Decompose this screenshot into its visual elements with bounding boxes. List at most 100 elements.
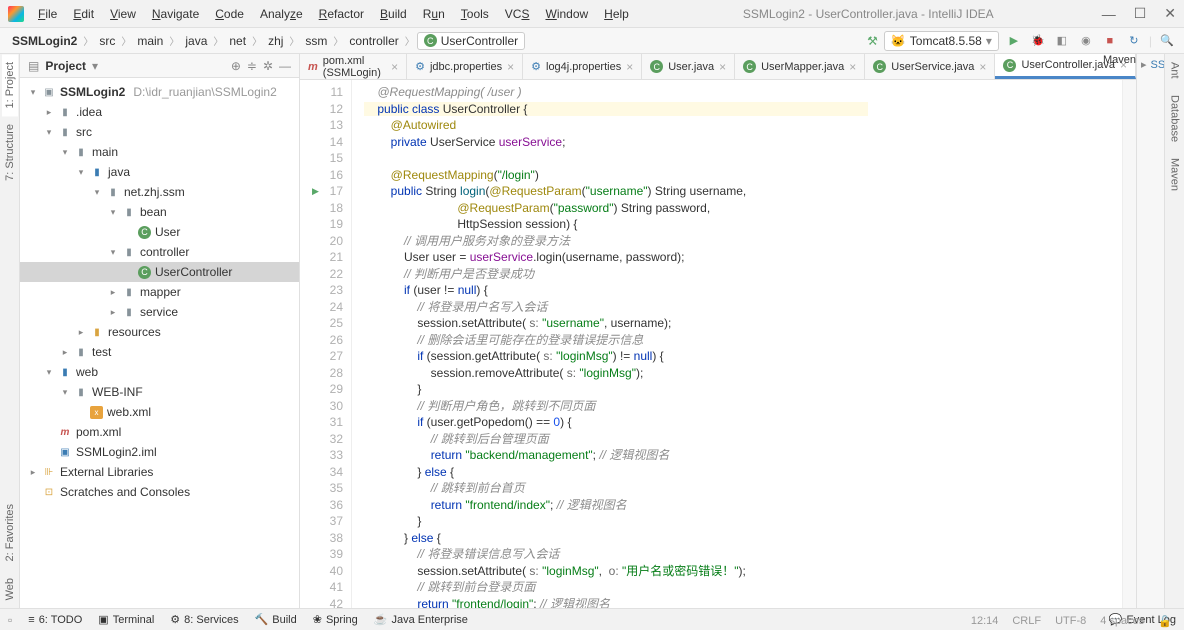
window-title: SSMLogin2 - UserController.java - Intell… xyxy=(635,7,1102,21)
tree-test[interactable]: ▸▮test xyxy=(20,342,299,362)
tree-extlib[interactable]: ▸⊪External Libraries xyxy=(20,462,299,482)
editor-tab[interactable]: CUser.java× xyxy=(642,54,735,79)
todo-tab[interactable]: ≡ 6: TODO xyxy=(28,614,82,626)
tree-resources[interactable]: ▸▮resources xyxy=(20,322,299,342)
rail-database[interactable]: Database xyxy=(1167,87,1183,150)
tree-project-root[interactable]: ▾▣SSMLogin2D:\idr_ruanjian\SSMLogin2 xyxy=(20,82,299,102)
tab-close-icon[interactable]: × xyxy=(626,60,633,74)
breadcrumb-item[interactable]: java xyxy=(181,33,211,49)
breadcrumb-item[interactable]: ssm xyxy=(301,33,331,49)
panel-header: ▤ Project ▾ ⊕ ≑ ✲ — xyxy=(20,54,299,78)
editor-tab[interactable]: mpom.xml (SSMLogin)× xyxy=(300,54,407,79)
menu-vcs[interactable]: VCS xyxy=(499,5,536,23)
menu-file[interactable]: File xyxy=(32,5,63,23)
status-spaces[interactable]: 4 spaces xyxy=(1100,615,1144,628)
tab-close-icon[interactable]: × xyxy=(507,60,514,74)
search-icon[interactable]: 🔍 xyxy=(1158,32,1176,50)
menu-refactor[interactable]: Refactor xyxy=(313,5,370,23)
spring-tab[interactable]: ❀ Spring xyxy=(313,613,358,626)
tree-scratches[interactable]: ⊡Scratches and Consoles xyxy=(20,482,299,502)
tab-close-icon[interactable]: × xyxy=(979,60,986,74)
tree-web[interactable]: ▾▮web xyxy=(20,362,299,382)
editor-tab[interactable]: CUserService.java× xyxy=(865,54,995,79)
tab-close-icon[interactable]: × xyxy=(849,60,856,74)
settings-icon[interactable]: ✲ xyxy=(263,59,273,73)
tab-close-icon[interactable]: × xyxy=(391,60,398,74)
breadcrumb-item[interactable]: net xyxy=(225,33,250,49)
menu-edit[interactable]: Edit xyxy=(67,5,100,23)
menu-build[interactable]: Build xyxy=(374,5,413,23)
menu-window[interactable]: Window xyxy=(539,5,594,23)
status-bar: 12:14 CRLF UTF-8 4 spaces 🔓 xyxy=(971,615,1172,628)
tree-java[interactable]: ▾▮java xyxy=(20,162,299,182)
stop-button[interactable]: ■ xyxy=(1101,32,1119,50)
editor-tab[interactable]: ⚙log4j.properties× xyxy=(523,54,642,79)
tree-service[interactable]: ▸▮service xyxy=(20,302,299,322)
menu-navigate[interactable]: Navigate xyxy=(146,5,205,23)
locate-icon[interactable]: ⊕ xyxy=(231,59,241,73)
menu-view[interactable]: View xyxy=(104,5,142,23)
tree-controller[interactable]: ▾▮controller xyxy=(20,242,299,262)
tree-usercontroller[interactable]: CUserController xyxy=(20,262,299,282)
debug-button[interactable]: 🐞 xyxy=(1029,32,1047,50)
breadcrumb-item[interactable]: controller xyxy=(345,33,402,49)
tab-close-icon[interactable]: × xyxy=(719,60,726,74)
maximize-icon[interactable]: ☐ xyxy=(1134,5,1147,22)
collapse-icon[interactable]: ≑ xyxy=(247,59,257,73)
menu-code[interactable]: Code xyxy=(209,5,250,23)
terminal-tab[interactable]: ▣ Terminal xyxy=(98,613,154,626)
menu-analyze[interactable]: Analyze xyxy=(254,5,309,23)
hide-icon[interactable]: — xyxy=(279,59,291,73)
rail-ant[interactable]: Ant xyxy=(1167,54,1183,87)
main-area: 1: Project 7: Structure 2: Favorites Web… xyxy=(0,54,1184,608)
tree-package[interactable]: ▾▮net.zhj.ssm xyxy=(20,182,299,202)
rail-favorites[interactable]: 2: Favorites xyxy=(2,496,18,569)
tree-mapper[interactable]: ▸▮mapper xyxy=(20,282,299,302)
code-content[interactable]: @RequestMapping( /user ) public class Us… xyxy=(352,80,1122,608)
status-enc[interactable]: UTF-8 xyxy=(1055,615,1086,628)
tree-idea[interactable]: ▸▮.idea xyxy=(20,102,299,122)
build-icon[interactable]: ⚒ xyxy=(867,34,878,48)
tree-iml[interactable]: ▣SSMLogin2.iml xyxy=(20,442,299,462)
editor-tab[interactable]: CUserMapper.java× xyxy=(735,54,865,79)
menubar: File Edit View Navigate Code Analyze Ref… xyxy=(32,5,635,23)
update-button[interactable]: ↻ xyxy=(1125,32,1143,50)
tree-webxml[interactable]: xweb.xml xyxy=(20,402,299,422)
services-tab[interactable]: ⚙ 8: Services xyxy=(170,613,238,626)
rail-web[interactable]: Web xyxy=(2,570,18,608)
close-icon[interactable]: ✕ xyxy=(1164,5,1176,22)
tree-webinf[interactable]: ▾▮WEB-INF xyxy=(20,382,299,402)
run-config-selector[interactable]: 🐱 Tomcat8.5.58 ▾ xyxy=(884,31,999,51)
build-tab[interactable]: 🔨 Build xyxy=(255,613,297,626)
menu-run[interactable]: Run xyxy=(417,5,451,23)
rail-structure[interactable]: 7: Structure xyxy=(2,116,18,189)
breadcrumb-item[interactable]: zhj xyxy=(264,33,287,49)
tree-bean[interactable]: ▾▮bean xyxy=(20,202,299,222)
menu-help[interactable]: Help xyxy=(598,5,635,23)
editor-tabs: mpom.xml (SSMLogin)×⚙jdbc.properties×⚙lo… xyxy=(300,54,1136,80)
rail-project[interactable]: 1: Project xyxy=(2,54,18,116)
profile-button[interactable]: ◉ xyxy=(1077,32,1095,50)
menu-tools[interactable]: Tools xyxy=(455,5,495,23)
breadcrumb-root[interactable]: SSMLogin2 xyxy=(8,33,81,49)
readonly-icon[interactable]: 🔓 xyxy=(1158,615,1172,628)
breadcrumb-item[interactable]: main xyxy=(133,33,167,49)
run-button[interactable]: ▶ xyxy=(1005,32,1023,50)
breadcrumb-item[interactable]: src xyxy=(95,33,119,49)
coverage-button[interactable]: ◧ xyxy=(1053,32,1071,50)
breadcrumb: SSMLogin2〉 src〉 main〉 java〉 net〉 zhj〉 ss… xyxy=(8,32,867,50)
minimize-icon[interactable]: — xyxy=(1102,6,1116,22)
breadcrumb-file[interactable]: CUserController xyxy=(417,32,525,50)
tree-main[interactable]: ▾▮main xyxy=(20,142,299,162)
java-enterprise-tab[interactable]: ☕ Java Enterprise xyxy=(374,613,468,626)
right-collapsed-panel: ▸SSN xyxy=(1136,54,1164,608)
tree-pom[interactable]: mpom.xml xyxy=(20,422,299,442)
tool-window-icon[interactable]: ▫ xyxy=(8,613,12,627)
status-sep[interactable]: CRLF xyxy=(1012,615,1041,628)
tree-src[interactable]: ▾▮src xyxy=(20,122,299,142)
status-time: 12:14 xyxy=(971,615,999,628)
tree-user[interactable]: CUser xyxy=(20,222,299,242)
editor-tab[interactable]: ⚙jdbc.properties× xyxy=(407,54,523,79)
rail-maven[interactable]: Maven xyxy=(1167,150,1183,199)
maven-label[interactable]: Maven xyxy=(1103,54,1136,66)
